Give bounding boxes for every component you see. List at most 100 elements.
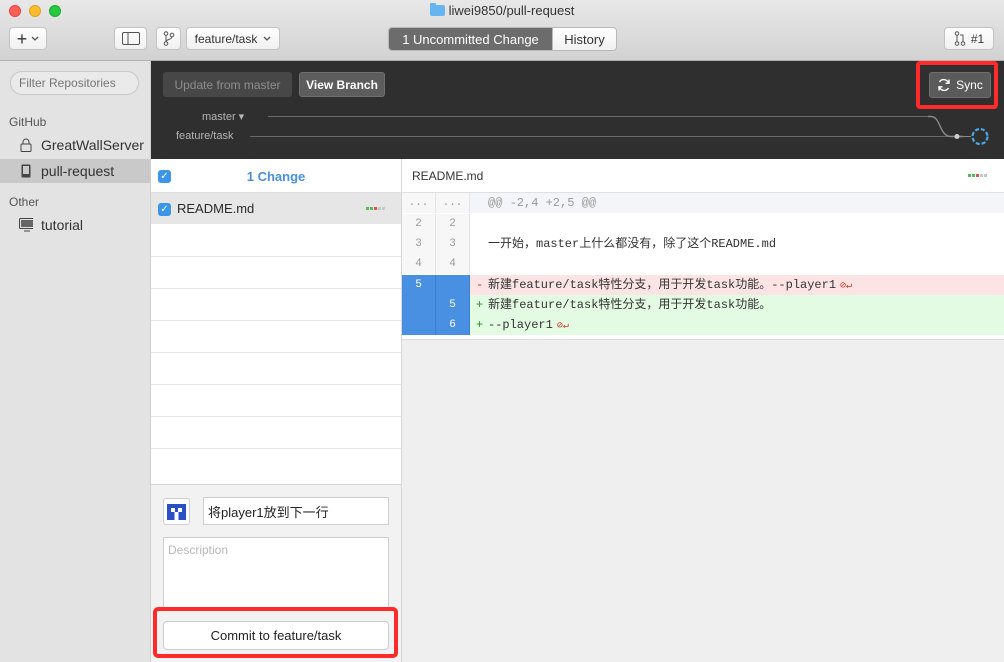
diff-header: README.md — [402, 159, 1004, 193]
old-line-number: 3 — [402, 234, 436, 254]
old-line-number: ... — [402, 193, 436, 213]
branch-selector-label: feature/task — [194, 31, 258, 46]
list-item[interactable]: ✓ README.md — [151, 193, 401, 224]
diff-file-name: README.md — [412, 169, 484, 183]
monitor-icon — [19, 218, 33, 232]
diff-content: ... ... @@ -2,4 +2,5 @@ 2 2 3 3 一开始，mast… — [402, 193, 1004, 340]
diff-line[interactable]: 4 4 — [402, 254, 1004, 274]
sidebar-group-github: GitHub — [9, 115, 47, 129]
diff-line-text: 一开始，master上什么都没有，除了这个README.md — [488, 237, 777, 251]
new-line-number: ... — [436, 193, 470, 213]
diff-panel: README.md ... ... @@ -2,4 +2,5 @@ 2 2 3 … — [402, 159, 1004, 662]
feature-branch-label: feature/task — [176, 130, 234, 142]
repository-sidebar: GitHub GreatWallServer pull-request Othe… — [0, 61, 151, 662]
master-branch-label[interactable]: master ▾ — [202, 110, 244, 123]
row-divider — [151, 416, 401, 417]
diff-line-text: 新建feature/task特性分支，用于开发task功能。 — [488, 298, 772, 312]
file-name: README.md — [177, 201, 255, 216]
sidebar-item-label: GreatWallServer — [41, 137, 144, 153]
diff-line-text: --player1 ⊘↵ — [488, 315, 569, 337]
tab-history[interactable]: History — [552, 28, 616, 50]
toolbar: liwei9850/pull-request + feature/task 1 … — [0, 0, 1004, 61]
branch-icon — [163, 31, 174, 46]
old-line-number: 5 — [402, 275, 436, 295]
new-line-number: 3 — [436, 234, 470, 254]
folder-icon — [429, 3, 445, 16]
commit-description-input[interactable] — [163, 537, 389, 609]
commit-dot — [954, 134, 960, 139]
diff-line-text: 新建feature/task特性分支，用于开发task功能。--player1 ⊘… — [488, 275, 852, 297]
window-title-text: liwei9850/pull-request — [448, 3, 575, 18]
sidebar-item-tutorial[interactable]: tutorial — [0, 213, 150, 237]
sidebar-item-label: pull-request — [41, 163, 115, 179]
window-title: liwei9850/pull-request — [0, 3, 1004, 18]
chevron-down-icon — [263, 36, 271, 41]
update-from-master-button[interactable]: Update from master — [163, 72, 292, 97]
hunk-header: @@ -2,4 +2,5 @@ — [488, 196, 597, 210]
row-divider — [151, 256, 401, 257]
branch-button[interactable] — [156, 27, 181, 50]
uncommitted-changes-dot[interactable] — [971, 127, 989, 146]
add-repository-button[interactable]: + — [9, 27, 47, 50]
chevron-down-icon — [31, 36, 39, 41]
old-line-number: 2 — [402, 214, 436, 234]
changes-list: ✓ 1 Change ✓ README.md — [151, 159, 402, 484]
change-count: 1 Change — [246, 169, 306, 184]
sync-highlight-annotation — [916, 61, 998, 109]
sidebar-item-label: tutorial — [41, 217, 84, 233]
file-checkbox[interactable]: ✓ — [158, 203, 171, 216]
tab-uncommitted-changes[interactable]: 1 Uncommitted Change — [389, 28, 552, 50]
view-branch-button[interactable]: View Branch — [299, 72, 385, 97]
sidebar-toggle-button[interactable] — [114, 27, 147, 50]
commit-highlight-annotation — [153, 607, 398, 658]
identicon-icon — [167, 504, 186, 520]
diff-line-added[interactable]: 6 + --player1 ⊘↵ — [402, 315, 1004, 335]
new-line-number — [436, 275, 470, 295]
avatar — [163, 498, 190, 525]
added-sign: + — [476, 318, 484, 332]
view-switcher: 1 Uncommitted Change History — [388, 27, 617, 51]
sidebar-item-pull-request[interactable]: pull-request — [0, 159, 150, 183]
pull-request-label: #1 — [970, 31, 985, 46]
diffstat-bar — [968, 174, 987, 177]
diff-line-removed[interactable]: 5 - 新建feature/task特性分支，用于开发task功能。--play… — [402, 275, 1004, 295]
lock-icon — [19, 138, 33, 152]
new-line-number: 6 — [436, 315, 470, 335]
row-divider — [151, 384, 401, 385]
sidebar-item-greatwallserver[interactable]: GreatWallServer — [0, 133, 150, 157]
book-icon — [19, 164, 33, 178]
sidebar-icon — [121, 32, 140, 45]
branch-graph — [928, 115, 989, 146]
old-line-number — [402, 295, 436, 315]
no-newline-icon: ⊘↵ — [556, 321, 569, 332]
commit-summary-input[interactable] — [203, 497, 389, 525]
row-divider — [151, 288, 401, 289]
row-divider — [151, 448, 401, 449]
new-line-number: 5 — [436, 295, 470, 315]
diff-line[interactable]: 2 2 — [402, 214, 1004, 234]
diff-line[interactable]: 3 3 一开始，master上什么都没有，除了这个README.md — [402, 234, 1004, 254]
changes-header: ✓ 1 Change — [151, 159, 401, 193]
diff-line-added[interactable]: 5 + 新建feature/task特性分支，用于开发task功能。 — [402, 295, 1004, 315]
pull-request-icon — [954, 31, 966, 46]
pull-request-button[interactable]: #1 — [944, 27, 994, 50]
diffstat-bar — [366, 207, 385, 210]
old-line-number: 4 — [402, 254, 436, 274]
removed-sign: - — [476, 278, 484, 292]
diff-line-content: 新建feature/task特性分支，用于开发task功能。--player1 — [488, 278, 837, 292]
hunk-header-row: ... ... @@ -2,4 +2,5 @@ — [402, 193, 1004, 213]
feature-branch-line — [250, 136, 955, 137]
old-line-number — [402, 315, 436, 335]
row-divider — [151, 352, 401, 353]
sidebar-group-other: Other — [9, 195, 40, 209]
diff-line-content: --player1 — [488, 318, 553, 332]
branch-selector[interactable]: feature/task — [186, 27, 280, 50]
master-branch-line — [268, 116, 928, 117]
no-newline-icon: ⊘↵ — [840, 281, 853, 292]
branch-bar: Update from master View Branch Sync mast… — [151, 61, 1004, 159]
row-divider — [151, 320, 401, 321]
filter-repositories-input[interactable] — [10, 71, 139, 95]
added-sign: + — [476, 298, 484, 312]
new-line-number: 2 — [436, 214, 470, 234]
plus-icon: + — [16, 28, 28, 49]
